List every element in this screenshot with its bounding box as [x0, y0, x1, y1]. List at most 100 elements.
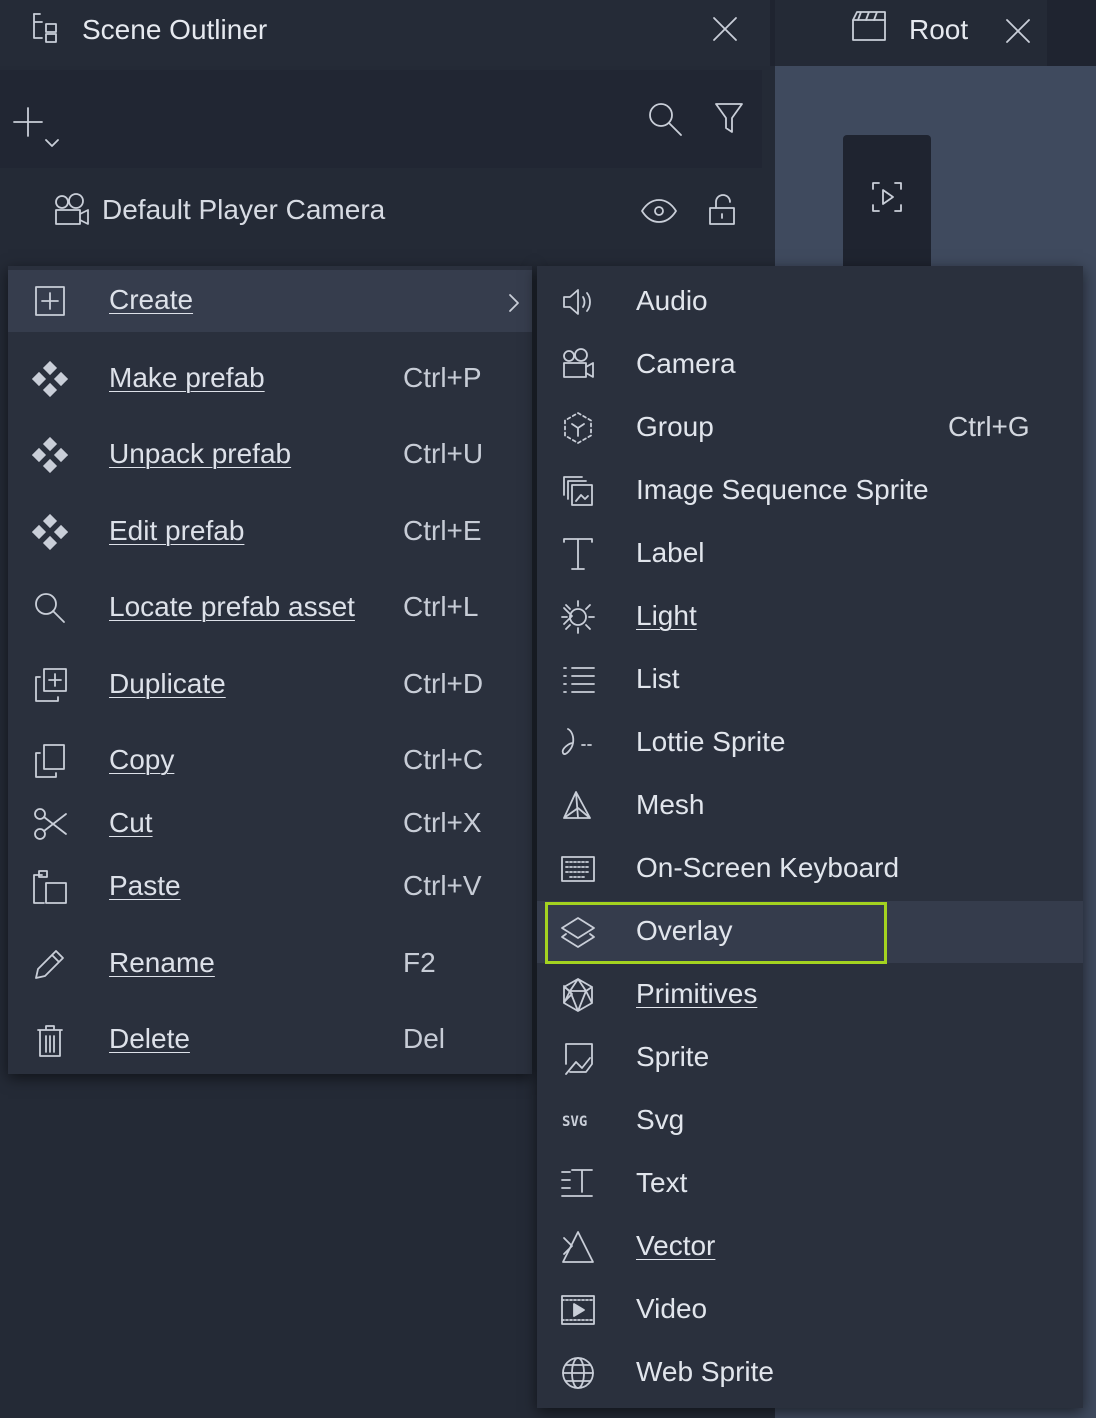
camera-icon: [560, 347, 596, 383]
submenu-item-label: Web Sprite: [636, 1356, 774, 1387]
submenu-item-svg[interactable]: SVG Svg: [537, 1090, 1083, 1152]
menu-item-copy[interactable]: Copy Ctrl+C: [8, 730, 532, 792]
close-icon[interactable]: [710, 14, 740, 44]
hierarchy-icon: [28, 10, 62, 46]
submenu-item-group[interactable]: Group Ctrl+G: [537, 397, 1083, 459]
menu-item-label: Make prefab: [109, 362, 265, 393]
submenu-item-audio[interactable]: Audio: [537, 271, 1083, 333]
submenu-item-lottie-sprite[interactable]: Lottie Sprite: [537, 712, 1083, 774]
list-icon: [560, 662, 596, 698]
submenu-item-label: Primitives: [636, 978, 758, 1009]
menu-item-edit-prefab[interactable]: Edit prefab Ctrl+E: [8, 501, 532, 563]
menu-item-label: Paste: [109, 870, 181, 901]
submenu-item-label: Audio: [636, 285, 708, 316]
menu-item-shortcut: Ctrl+P: [403, 362, 482, 393]
filter-icon[interactable]: [712, 100, 746, 136]
submenu-item-label: On-Screen Keyboard: [636, 852, 900, 883]
menu-item-create[interactable]: Create: [8, 270, 532, 332]
submenu-item-camera[interactable]: Camera: [537, 334, 1083, 396]
prefab-icon: [32, 437, 68, 473]
create-submenu: Audio Camera Group Ctrl+G Image Sequence…: [537, 266, 1083, 1408]
mesh-icon: [560, 788, 596, 824]
menu-item-label: Duplicate: [109, 668, 226, 699]
menu-item-shortcut: Ctrl+X: [403, 807, 482, 838]
search-icon: [32, 590, 68, 626]
menu-item-label: Cut: [109, 807, 153, 838]
submenu-item-label: Lottie Sprite: [636, 726, 786, 757]
submenu-item-light[interactable]: Light: [537, 586, 1083, 648]
image-sequence-icon: [560, 473, 596, 509]
eye-icon[interactable]: [640, 196, 678, 226]
trash-icon: [32, 1022, 68, 1058]
tab-title: Scene Outliner: [82, 14, 268, 45]
submenu-item-label[interactable]: Label: [537, 523, 1083, 585]
menu-item-shortcut: F2: [403, 947, 436, 978]
menu-item-shortcut: Del: [403, 1023, 446, 1054]
menu-item-unpack-prefab[interactable]: Unpack prefab Ctrl+U: [8, 424, 532, 486]
submenu-item-vector[interactable]: Vector: [537, 1216, 1083, 1278]
menu-item-label: Create: [109, 284, 194, 315]
tab-scene-outliner[interactable]: Scene Outliner: [0, 0, 770, 66]
submenu-item-label: Image Sequence Sprite: [636, 474, 929, 505]
overlay-highlight-box: [545, 902, 887, 964]
list-item[interactable]: Default Player Camera: [0, 172, 762, 252]
menu-item-paste[interactable]: Paste Ctrl+V: [8, 856, 532, 918]
submenu-item-label: Vector: [636, 1230, 716, 1261]
outliner-toolbar: [0, 70, 762, 168]
pencil-icon: [32, 946, 68, 982]
paste-icon: [32, 869, 68, 905]
duplicate-icon: [32, 667, 68, 703]
submenu-item-text[interactable]: Text: [537, 1153, 1083, 1215]
unlock-icon[interactable]: [706, 192, 740, 228]
play-preview-icon[interactable]: [869, 179, 905, 215]
submenu-item-mesh[interactable]: Mesh: [537, 775, 1083, 837]
submenu-item-shortcut: Ctrl+G: [948, 411, 1030, 442]
menu-item-delete[interactable]: Delete Del: [8, 1009, 532, 1071]
search-icon[interactable]: [646, 100, 686, 140]
menu-item-make-prefab[interactable]: Make prefab Ctrl+P: [8, 348, 532, 410]
submenu-item-label: Camera: [636, 348, 736, 379]
submenu-item-on-screen-keyboard[interactable]: On-Screen Keyboard: [537, 838, 1083, 900]
menu-item-shortcut: Ctrl+U: [403, 438, 484, 469]
context-menu: Create Make prefab Ctrl+P Unpack prefab …: [8, 266, 532, 1074]
submenu-item-video[interactable]: Video: [537, 1279, 1083, 1341]
submenu-item-primitives[interactable]: Primitives: [537, 964, 1083, 1026]
submenu-item-label: Label: [636, 537, 705, 568]
sprite-icon: [560, 1040, 596, 1076]
menu-item-shortcut: Ctrl+C: [403, 744, 484, 775]
submenu-item-image-sequence-sprite[interactable]: Image Sequence Sprite: [537, 460, 1083, 522]
submenu-item-sprite[interactable]: Sprite: [537, 1027, 1083, 1089]
lottie-icon: [560, 725, 596, 761]
menu-item-label: Copy: [109, 744, 175, 775]
submenu-item-label: Sprite: [636, 1041, 710, 1072]
menu-item-rename[interactable]: Rename F2: [8, 933, 532, 995]
menu-item-locate-prefab-asset[interactable]: Locate prefab asset Ctrl+L: [8, 577, 532, 639]
chevron-right-icon: [560, 983, 596, 1019]
copy-icon: [32, 743, 68, 779]
add-dropdown-icon[interactable]: [12, 104, 62, 150]
submenu-item-web-sprite[interactable]: Web Sprite: [537, 1342, 1083, 1404]
text-block-icon: [560, 1166, 596, 1202]
submenu-item-list[interactable]: List: [537, 649, 1083, 711]
menu-item-label: Rename: [109, 947, 215, 978]
menu-item-shortcut: Ctrl+E: [403, 515, 482, 546]
menu-item-label: Edit prefab: [109, 515, 245, 546]
speaker-icon: [560, 284, 596, 320]
submenu-item-label: Mesh: [636, 789, 705, 820]
prefab-icon: [32, 361, 68, 397]
menu-item-label: Unpack prefab: [109, 438, 292, 469]
chevron-right-icon: [560, 605, 596, 641]
prefab-icon: [32, 514, 68, 550]
chevron-right-icon: [560, 1235, 596, 1271]
scissors-icon: [32, 806, 68, 842]
menu-item-shortcut: Ctrl+V: [403, 870, 482, 901]
globe-icon: [560, 1355, 596, 1391]
tab-root[interactable]: Root: [775, 0, 1047, 66]
submenu-item-label: Group: [636, 411, 714, 442]
submenu-item-label: Svg: [636, 1104, 685, 1135]
close-icon[interactable]: [1003, 16, 1033, 46]
menu-item-duplicate[interactable]: Duplicate Ctrl+D: [8, 654, 532, 716]
menu-item-label: Locate prefab asset: [109, 591, 355, 622]
plus-square-icon: [32, 283, 68, 319]
menu-item-cut[interactable]: Cut Ctrl+X: [8, 793, 532, 855]
